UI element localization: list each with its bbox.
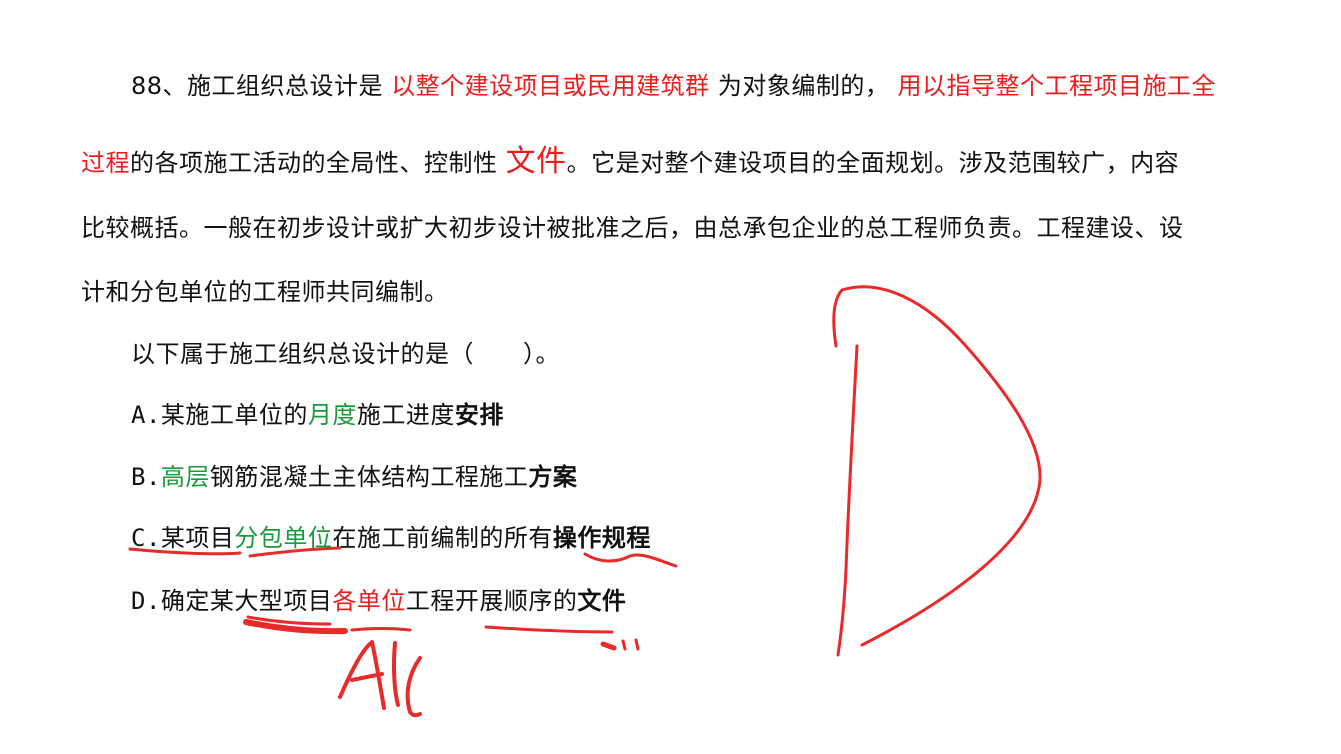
highlight-red-large: 文件 [505,144,567,179]
highlight-green: 分包单位 [234,524,333,552]
ink-underline [246,615,332,626]
option-b[interactable]: B.高层钢筋混凝土主体结构工程施工方案 [131,462,577,492]
option-letter: D. [131,587,161,615]
highlight-red: 各单位 [332,587,406,615]
question-number: 88、 [131,72,188,100]
highlight-red: 以整个建设项目或民用建筑群 [391,72,710,100]
handwriting-layer [128,285,1042,718]
ink-note-all [338,640,386,710]
ink-note-all [392,641,400,707]
ink-underline [243,619,348,635]
option-letter: A. [131,401,161,429]
highlight-red: 过程 [81,149,130,177]
highlight-green: 月度 [307,401,357,429]
question-line-4: 计和分包单位的工程师共同编制。 [81,278,449,306]
ink-mark [600,641,617,651]
ink-answer-d-top [832,288,844,348]
highlight-red: 用以指导整个工程项目施工全 [897,72,1216,100]
ink-answer-d-bowl [840,285,1042,647]
highlight-bold: 安排 [454,401,504,429]
highlight-bold: 方案 [528,463,578,491]
ink-answer-d-stem [836,344,859,657]
option-letter: C. [131,524,161,552]
highlight-bold: 操作规程 [552,524,651,552]
ink-underline [583,552,678,568]
ink-mark [634,638,640,651]
question-line-2: 过程的各项施工活动的全局性、控制性 文件。它是对整个建设项目的全面规划。涉及范围… [81,144,1180,179]
ink-mark [621,639,627,651]
highlight-green: 高层 [160,463,210,491]
ink-underline [484,625,614,634]
option-a[interactable]: A.某施工单位的月度施工进度安排 [131,400,504,430]
option-c[interactable]: C.某项目分包单位在施工前编制的所有操作规程 [131,523,651,553]
option-letter: B. [131,463,161,491]
ink-note-all [405,656,422,718]
option-d[interactable]: D.确定某大型项目各单位工程开展顺序的文件 [131,586,626,616]
ink-note-all [350,672,384,682]
ink-underline [350,627,412,632]
question-line-1: 88、施工组织总设计是 以整个建设项目或民用建筑群 为对象编制的， 用以指导整个… [131,72,1216,100]
highlight-bold: 文件 [577,587,627,615]
question-line-3: 比较概括。一般在初步设计或扩大初步设计被批准之后，由总承包企业的总工程师负责。工… [81,214,1184,242]
question-prompt: 以下属于施工组织总设计的是（ ）。 [131,340,560,368]
